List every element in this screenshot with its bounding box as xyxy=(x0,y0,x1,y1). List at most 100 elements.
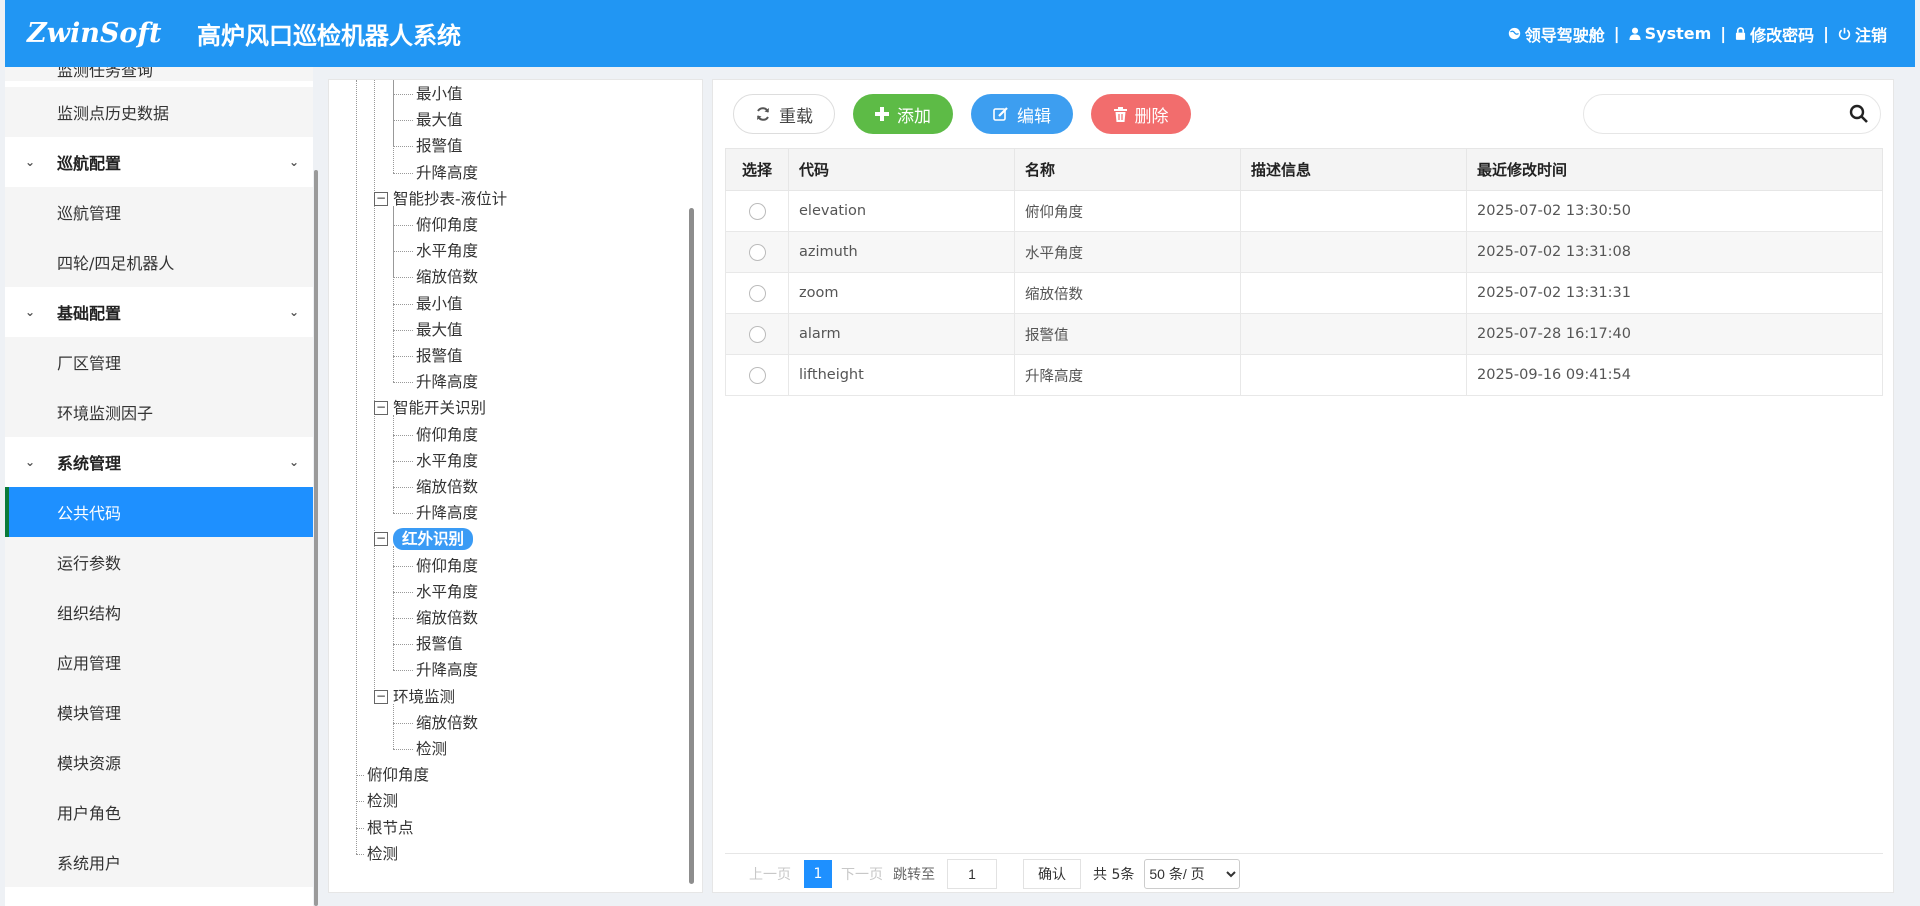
tree-node[interactable]: 俯仰角度 xyxy=(416,425,478,445)
tree-node[interactable]: 最小值 xyxy=(416,294,463,314)
search-icon[interactable] xyxy=(1848,103,1870,125)
prev-page-button[interactable]: 上一页 xyxy=(749,864,791,884)
tree-connector xyxy=(393,618,413,619)
sidebar-item-env-factors[interactable]: 环境监测因子 xyxy=(5,387,313,437)
current-page-button[interactable]: 1 xyxy=(804,859,832,888)
tree-node[interactable]: 俯仰角度 xyxy=(416,556,478,576)
tree-node[interactable]: 缩放倍数 xyxy=(416,267,478,287)
reload-button[interactable]: 重载 xyxy=(733,94,835,134)
next-page-button[interactable]: 下一页 xyxy=(841,864,883,884)
sidebar-item-task-query[interactable]: 监测任务查询 xyxy=(5,67,313,81)
row-select-cell xyxy=(725,231,789,273)
table-row[interactable]: azimuth 水平角度 2025-07-02 13:31:08 xyxy=(725,231,1883,273)
tree-node[interactable]: 报警值 xyxy=(416,634,463,654)
row-radio[interactable] xyxy=(748,284,766,302)
column-header-description[interactable]: 描述信息 xyxy=(1240,148,1467,191)
tree-connector xyxy=(393,460,413,462)
collapse-toggle-icon[interactable]: − xyxy=(374,401,388,416)
collapse-toggle-icon[interactable]: − xyxy=(374,532,388,547)
tree-connector xyxy=(393,251,413,253)
tree-node[interactable]: 升降高度 xyxy=(416,163,478,183)
column-header-modified-time[interactable]: 最近修改时间 xyxy=(1466,148,1883,191)
tree-node[interactable]: 检测 xyxy=(367,791,398,811)
row-radio[interactable] xyxy=(748,243,766,261)
tree-node[interactable]: 水平角度 xyxy=(416,241,478,261)
user-icon xyxy=(1629,27,1641,40)
tree-node[interactable]: 水平角度 xyxy=(416,451,478,471)
globe-icon xyxy=(1508,27,1520,40)
table-row[interactable]: zoom 缩放倍数 2025-07-02 13:31:31 xyxy=(725,272,1883,314)
tree-node[interactable]: 检测 xyxy=(367,844,398,864)
column-header-name[interactable]: 名称 xyxy=(1014,148,1241,191)
tree-node[interactable]: 俯仰角度 xyxy=(367,765,429,785)
table-row[interactable]: liftheight 升降高度 2025-09-16 09:41:54 xyxy=(725,354,1883,396)
sidebar-item-run-params[interactable]: 运行参数 xyxy=(5,537,313,587)
tree-node[interactable]: 检测 xyxy=(416,739,447,759)
sidebar-item-label: 环境监测因子 xyxy=(57,404,154,423)
trash-icon xyxy=(1113,106,1127,122)
tree-node[interactable]: 最大值 xyxy=(416,320,463,340)
tree-node[interactable]: 水平角度 xyxy=(416,582,478,602)
tree-scrollbar[interactable] xyxy=(689,208,694,884)
change-password-link[interactable]: 修改密码 xyxy=(1735,22,1814,46)
search-input[interactable] xyxy=(1598,103,1838,127)
tree-node[interactable]: 升降高度 xyxy=(416,660,478,680)
plus-icon xyxy=(875,107,889,121)
name-cell: 缩放倍数 xyxy=(1014,272,1241,314)
sidebar-item-module-manage[interactable]: 模块管理 xyxy=(5,687,313,737)
add-button[interactable]: 添加 xyxy=(853,94,953,134)
sidebar-item-label: 运行参数 xyxy=(57,554,122,573)
sidebar-scrollbar[interactable] xyxy=(314,170,318,906)
tree-node[interactable]: 缩放倍数 xyxy=(416,713,478,733)
sidebar-item-module-resource[interactable]: 模块资源 xyxy=(5,737,313,787)
table-row[interactable]: elevation 俯仰角度 2025-07-02 13:30:50 xyxy=(725,190,1883,232)
delete-button[interactable]: 删除 xyxy=(1091,94,1191,134)
name-cell: 俯仰角度 xyxy=(1014,190,1241,232)
tree-node[interactable]: 最小值 xyxy=(416,84,463,104)
row-radio[interactable] xyxy=(748,366,766,384)
row-radio[interactable] xyxy=(748,325,766,343)
sidebar-item-org-structure[interactable]: 组织结构 xyxy=(5,587,313,637)
tree-node[interactable]: 升降高度 xyxy=(416,372,478,392)
tree-node[interactable]: 缩放倍数 xyxy=(416,477,478,497)
tree-node[interactable]: 智能抄表-液位计 xyxy=(393,189,507,209)
sidebar-group-system-manage[interactable]: ⌄ 系统管理 ⌄ xyxy=(5,437,313,487)
tree-node[interactable]: 缩放倍数 xyxy=(416,608,478,628)
sidebar-item-label: 模块资源 xyxy=(57,754,122,773)
row-select-cell xyxy=(725,190,789,232)
column-header-code[interactable]: 代码 xyxy=(788,148,1015,191)
sidebar-item-robots[interactable]: 四轮/四足机器人 xyxy=(5,237,313,287)
tree-node[interactable]: 根节点 xyxy=(367,818,414,838)
sidebar-group-label: 巡航配置 xyxy=(57,154,122,173)
sidebar-item-user-role[interactable]: 用户角色 xyxy=(5,787,313,837)
collapse-toggle-icon[interactable]: − xyxy=(374,689,388,704)
sidebar-group-basic-config[interactable]: ⌄ 基础配置 ⌄ xyxy=(5,287,313,337)
logo: ZwinSoft xyxy=(27,12,167,56)
sidebar-item-cruise-manage[interactable]: 巡航管理 xyxy=(5,187,313,237)
edit-button[interactable]: 编辑 xyxy=(971,94,1073,134)
sidebar-item-system-user[interactable]: 系统用户 xyxy=(5,837,313,887)
tree-node[interactable]: 报警值 xyxy=(416,136,463,156)
row-radio[interactable] xyxy=(748,202,766,220)
page-size-select[interactable]: 50 条/ 页 xyxy=(1144,858,1241,889)
tree-node[interactable]: 环境监测 xyxy=(393,687,455,707)
sidebar-item-public-code[interactable]: 公共代码 xyxy=(5,487,313,537)
sidebar-group-cruise-config[interactable]: ⌄ 巡航配置 ⌄ xyxy=(5,137,313,187)
sidebar-item-app-manage[interactable]: 应用管理 xyxy=(5,637,313,687)
sidebar-item-history-data[interactable]: 监测点历史数据 xyxy=(5,87,313,137)
tree-connector xyxy=(393,329,413,331)
logout-link[interactable]: 注销 xyxy=(1838,22,1887,46)
tree-node[interactable]: 最大值 xyxy=(416,110,463,130)
tree-node[interactable]: 升降高度 xyxy=(416,503,478,523)
jump-confirm-button[interactable]: 确认 xyxy=(1023,858,1081,889)
dashboard-link[interactable]: 领导驾驶舱 xyxy=(1508,22,1605,46)
tree-node-selected[interactable]: 红外识别 xyxy=(393,528,474,551)
tree-node[interactable]: 俯仰角度 xyxy=(416,215,478,235)
collapse-toggle-icon[interactable]: − xyxy=(374,191,388,206)
jump-page-input[interactable] xyxy=(947,858,997,889)
sidebar-item-plant-manage[interactable]: 厂区管理 xyxy=(5,337,313,387)
tree-node[interactable]: 报警值 xyxy=(416,346,463,366)
table-row[interactable]: alarm 报警值 2025-07-28 16:17:40 xyxy=(725,313,1883,355)
tree-node[interactable]: 智能开关识别 xyxy=(393,398,486,418)
user-link[interactable]: System xyxy=(1629,24,1711,43)
